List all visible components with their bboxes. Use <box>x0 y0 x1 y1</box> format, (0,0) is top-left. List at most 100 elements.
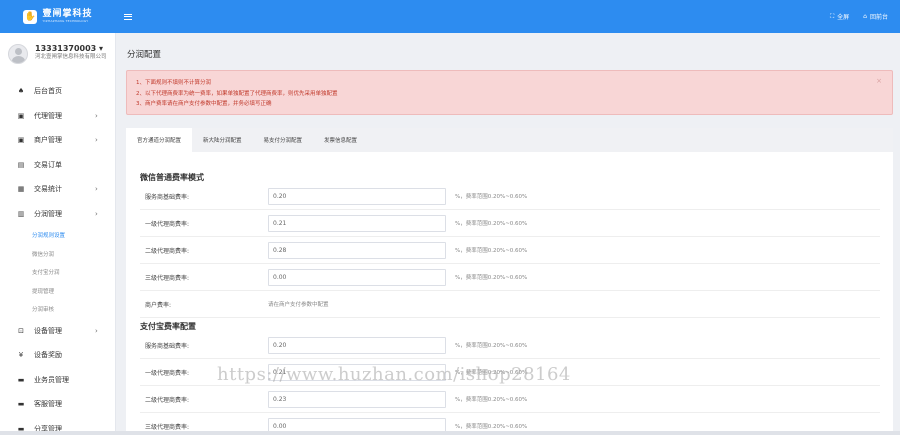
wechat-section-title: 微信普通费率模式 <box>140 173 204 182</box>
sidebar-item-orders[interactable]: ▤ 交易订单 <box>0 153 115 178</box>
top-bar: ✋ 壹闸掌科技 YIZHAZHANG TECHNOLOGY ⛶ 全屏 ⌂ 回前台 <box>0 0 900 33</box>
chevron-right-icon: › <box>95 136 98 145</box>
wechat-row-merchant-rate: 商户费率: 请在商户支付参数中配置 <box>140 291 880 318</box>
tab-bar: 官方通道分润配置 新大陆分润配置 易支付分润配置 发票信息配置 <box>126 128 893 152</box>
rate-label: 三级代理商费率: <box>145 423 190 431</box>
sidebar-item-agents[interactable]: ▣ 代理管理 › <box>0 104 115 129</box>
chevron-right-icon: › <box>95 326 98 335</box>
logo-title: 壹闸掌科技 <box>42 9 93 19</box>
alert-line: 1、下面规则不填则不计算分润 <box>136 80 212 86</box>
fullscreen-icon: ⛶ <box>829 12 835 20</box>
level3-rate-input[interactable]: 0.00 <box>268 268 446 286</box>
tab-newland[interactable]: 新大陆分润配置 <box>192 128 253 152</box>
chevron-down-icon: › <box>95 209 98 218</box>
wechat-row-level3-rate: 三级代理商费率: 0.00 %，费率范围0.20%~0.60% <box>140 264 880 291</box>
sidebar-item-profit[interactable]: ▥ 分润管理 › <box>0 202 115 227</box>
sidebar-item-label: 设备奖励 <box>34 351 62 360</box>
home-button[interactable]: ⌂ 回前台 <box>863 12 888 21</box>
rate-hint: %，费率范围0.20%~0.60% <box>455 343 528 349</box>
level1-rate-input[interactable]: 0.21 <box>268 214 446 232</box>
tab-easypay[interactable]: 易支付分润配置 <box>253 128 314 152</box>
home-label: 回前台 <box>869 14 888 21</box>
rate-label: 商户费率: <box>145 301 172 309</box>
wechat-row-level2-rate: 二级代理商费率: 0.28 %，费率范围0.20%~0.60% <box>140 237 880 264</box>
rate-label: 服务商基础费率: <box>145 193 190 201</box>
rate-hint: %，费率范围0.20%~0.60% <box>455 397 528 403</box>
rate-label: 二级代理商费率: <box>145 396 190 404</box>
wechat-row-provider-rate: 服务商基础费率: 0.20 %，费率范围0.20%~0.60% <box>140 183 880 210</box>
sidebar-item-label: 客服管理 <box>34 400 62 409</box>
user-company: 河北壹闸掌信息科技有限公司 <box>35 54 107 60</box>
fullscreen-button[interactable]: ⛶ 全屏 <box>829 12 849 22</box>
rate-hint: %，费率范围0.20%~0.60% <box>455 194 528 200</box>
rate-label: 三级代理商费率: <box>145 274 190 282</box>
alipay-row-level2-rate: 二级代理商费率: 0.23 %，费率范围0.20%~0.60% <box>140 386 880 413</box>
sidebar-item-support[interactable]: ▬ 客服管理 <box>0 392 115 417</box>
sidebar-subitem-alipay-profit[interactable]: 支付宝分润 <box>0 263 115 282</box>
user-phone: 13331370003 <box>35 44 97 53</box>
user-profile[interactable]: 13331370003 ▾ 河北壹闸掌信息科技有限公司 <box>0 33 115 79</box>
rate-hint: %，费率范围0.20%~0.60% <box>455 221 528 227</box>
merchant-rate-note: 请在商户支付参数中配置 <box>268 302 329 308</box>
sidebar-item-home[interactable]: ♠ 后台首页 <box>0 79 115 104</box>
bottom-strip <box>0 431 900 435</box>
staff-icon: ▬ <box>17 375 25 384</box>
alipay-level2-rate-input[interactable]: 0.23 <box>268 390 446 408</box>
sidebar-item-device-rewards[interactable]: ¥ 设备奖励 <box>0 343 115 368</box>
caret-down-icon: ▾ <box>99 44 104 53</box>
alert-line: 3、商户费率请在商户支付参数中配置，并务必填写正确 <box>136 101 272 107</box>
sidebar: 13331370003 ▾ 河北壹闸掌信息科技有限公司 ♠ 后台首页 ▣ 代理管理 ›… <box>0 33 116 435</box>
sidebar-nav: ♠ 后台首页 ▣ 代理管理 › ▣ 商户管理 › ▤ 交易订单 ▦ 交易统计 › ▥ 分润管理 › … <box>0 79 115 435</box>
sidebar-item-label: 后台首页 <box>34 87 62 96</box>
alipay-section-title: 支付宝费率配置 <box>140 322 196 331</box>
home-icon: ⌂ <box>863 13 867 20</box>
watermark: https://www.huzhan.com/ishop28164 <box>217 364 571 385</box>
tab-official-channel[interactable]: 官方通道分润配置 <box>126 128 193 152</box>
rate-hint: %，费率范围0.20%~0.60% <box>455 275 528 281</box>
provider-rate-input[interactable]: 0.20 <box>268 187 446 205</box>
rate-hint: %，费率范围0.20%~0.60% <box>455 248 528 254</box>
sidebar-item-label: 设备管理 <box>34 326 62 335</box>
alipay-row-provider-rate: 服务商基础费率: 0.20 %，费率范围0.20%~0.60% <box>140 332 880 359</box>
rate-label: 服务商基础费率: <box>145 342 190 350</box>
alipay-provider-rate-input[interactable]: 0.20 <box>268 336 446 354</box>
sidebar-subitem-profit-review[interactable]: 分润审核 <box>0 300 115 319</box>
chevron-right-icon: › <box>95 111 98 120</box>
agent-icon: ▣ <box>17 111 25 120</box>
rate-label: 二级代理商费率: <box>145 247 190 255</box>
sidebar-item-label: 业务员管理 <box>34 375 69 384</box>
rate-hint: %，费率范围0.20%~0.60% <box>455 424 528 430</box>
menu-toggle-icon[interactable] <box>124 13 132 20</box>
sidebar-item-label: 代理管理 <box>34 111 62 120</box>
logo[interactable]: ✋ 壹闸掌科技 YIZHAZHANG TECHNOLOGY <box>0 0 116 33</box>
sidebar-item-label: 分润管理 <box>34 209 62 218</box>
close-icon[interactable]: × <box>876 76 882 87</box>
sidebar-item-label: 商户管理 <box>34 136 62 145</box>
sidebar-subitem-wechat-profit[interactable]: 微信分润 <box>0 245 115 264</box>
home-icon: ♠ <box>17 87 25 96</box>
page-title: 分润配置 <box>127 50 162 60</box>
level2-rate-input[interactable]: 0.28 <box>268 241 446 259</box>
logo-subtitle: YIZHAZHANG TECHNOLOGY <box>42 19 89 23</box>
tab-invoice[interactable]: 发票信息配置 <box>313 128 368 152</box>
logo-icon: ✋ <box>23 9 38 24</box>
device-icon: ⊡ <box>18 326 24 335</box>
yen-icon: ¥ <box>18 351 24 360</box>
wechat-row-level1-rate: 一级代理商费率: 0.21 %，费率范围0.20%~0.60% <box>140 210 880 237</box>
sidebar-item-merchants[interactable]: ▣ 商户管理 › <box>0 128 115 153</box>
config-panel: 官方通道分润配置 新大陆分润配置 易支付分润配置 发票信息配置 微信普通费率模式… <box>126 128 893 435</box>
sidebar-item-devices[interactable]: ⊡ 设备管理 › <box>0 319 115 344</box>
sidebar-item-staff[interactable]: ▬ 业务员管理 <box>0 368 115 393</box>
stats-icon: ▦ <box>17 185 25 194</box>
sidebar-item-stats[interactable]: ▦ 交易统计 › <box>0 177 115 202</box>
sidebar-item-label: 交易订单 <box>34 160 62 169</box>
avatar <box>8 44 28 64</box>
sidebar-subitem-withdrawals[interactable]: 提现管理 <box>0 282 115 301</box>
profit-icon: ▥ <box>17 209 25 218</box>
merchant-icon: ▣ <box>17 136 25 145</box>
notice-alert: 1、下面规则不填则不计算分润 2、以下代理商费率为统一费率，如果单独配置了代理商… <box>126 70 893 115</box>
sidebar-item-label: 交易统计 <box>34 185 62 194</box>
sidebar-subitem-profit-rules[interactable]: 分润规则设置 <box>0 226 115 245</box>
chevron-right-icon: › <box>95 185 98 194</box>
rate-label: 一级代理商费率: <box>145 220 190 228</box>
